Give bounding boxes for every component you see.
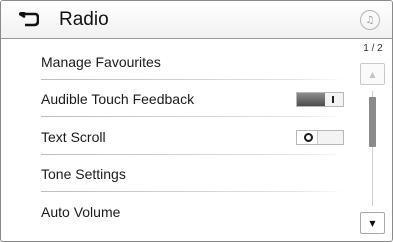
text-scroll-toggle[interactable] <box>296 130 344 145</box>
scroll-down-arrow-icon: ▼ <box>369 218 376 228</box>
toggle-off-ring-icon <box>304 133 313 142</box>
scroll-thumb[interactable] <box>369 97 376 147</box>
scroll-area: 1 / 2 ▲ ▼ <box>355 39 392 239</box>
list-item-label: Manage Favourites <box>41 54 161 70</box>
list-item-label: Text Scroll <box>41 129 106 145</box>
audible-touch-feedback-toggle[interactable] <box>296 92 344 107</box>
list-item-tone-settings[interactable]: Tone Settings <box>41 155 346 192</box>
list-item-manage-favourites[interactable]: Manage Favourites <box>41 43 346 80</box>
divider <box>41 191 346 192</box>
list-item-label: Auto Volume <box>41 204 121 220</box>
page-indicator: 1 / 2 <box>363 43 383 54</box>
back-arrow-icon <box>19 11 39 26</box>
scroll-up-arrow-icon: ▲ <box>369 69 376 79</box>
scroll-up-button[interactable]: ▲ <box>360 63 385 85</box>
list-item-label: Audible Touch Feedback <box>41 91 195 107</box>
divider <box>41 116 346 117</box>
radio-settings-screen: Radio ♫ Manage Favourites Audible Touch … <box>0 0 393 242</box>
list-item-label: Tone Settings <box>41 166 126 182</box>
page-title: Radio <box>59 9 109 30</box>
list-item-auto-volume[interactable]: Auto Volume <box>41 193 346 230</box>
toggle-on-bar-icon <box>332 96 334 103</box>
music-note-icon[interactable]: ♫ <box>360 10 380 30</box>
back-button[interactable] <box>7 5 51 34</box>
toggle-knob-off <box>297 131 318 144</box>
list-item-audible-touch-feedback[interactable]: Audible Touch Feedback <box>41 80 346 117</box>
list-item-text-scroll[interactable]: Text Scroll <box>41 118 346 155</box>
scroll-down-button[interactable]: ▼ <box>360 212 385 234</box>
toggle-knob-on <box>297 93 325 106</box>
header-bar: Radio ♫ <box>1 1 392 39</box>
